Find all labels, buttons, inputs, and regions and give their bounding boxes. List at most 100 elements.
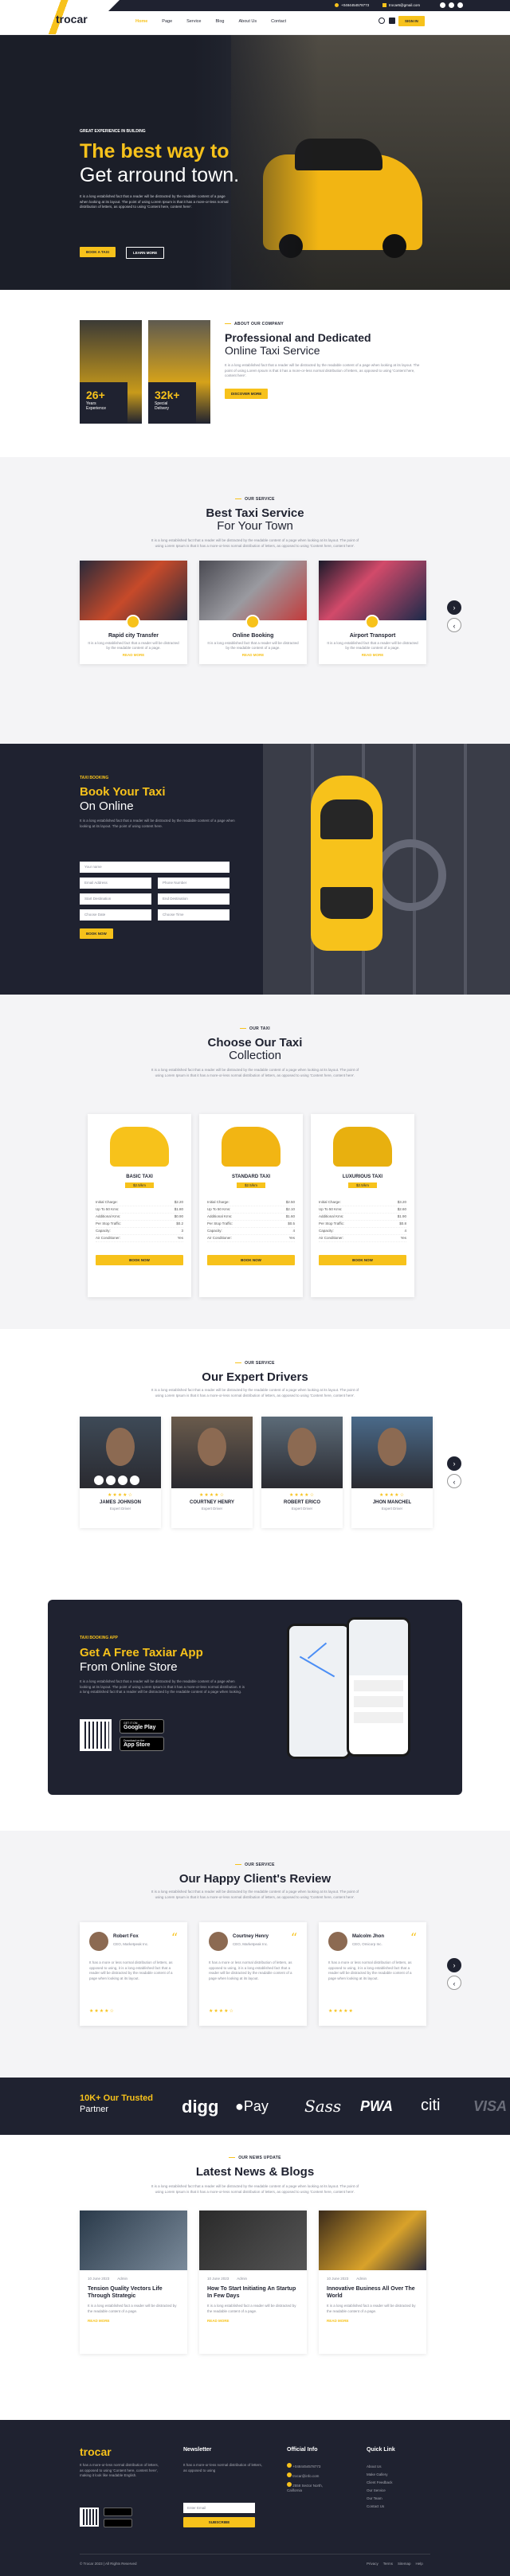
driver-face bbox=[106, 1428, 135, 1466]
cart-icon[interactable] bbox=[389, 18, 395, 24]
news-title[interactable]: Innovative Business All Over The World bbox=[319, 2281, 426, 2300]
footer-logo[interactable]: trocar bbox=[80, 2445, 112, 2458]
news-title[interactable]: How To Start Initiating An Startup In Fe… bbox=[199, 2281, 307, 2300]
facebook-icon[interactable] bbox=[94, 1476, 104, 1485]
footer-link-feedback[interactable]: Client Feedback bbox=[367, 2479, 393, 2487]
news-card[interactable]: 10 June 2023 Admin Innovative Business All… bbox=[319, 2211, 426, 2354]
footer-link-team[interactable]: Our Team bbox=[367, 2495, 393, 2503]
time-field[interactable]: Choose Time bbox=[158, 909, 230, 921]
taxi-image bbox=[333, 1127, 392, 1167]
help-link[interactable]: Help bbox=[416, 2562, 423, 2566]
topbar-email[interactable]: trocar6@gmail.com bbox=[389, 3, 420, 7]
book-taxi-button[interactable]: BOOK A TAXI bbox=[80, 247, 116, 257]
next-arrow-button[interactable]: › bbox=[447, 600, 461, 615]
instagram-icon[interactable] bbox=[457, 2, 463, 8]
email-field[interactable]: Email Address bbox=[80, 878, 151, 889]
taxi-image bbox=[110, 1127, 169, 1167]
spec-value: $1.60 bbox=[285, 1214, 295, 1218]
taxi-card: LUXURIOUS TAXI $2.5/km Initial Charge: $3.2… bbox=[311, 1114, 414, 1297]
spec-row: Initial Charge: $2.20 bbox=[96, 1199, 183, 1206]
footer-link-about[interactable]: About Us bbox=[367, 2463, 393, 2471]
nav-page[interactable]: Page bbox=[162, 19, 172, 24]
footer-link-gallery[interactable]: Make Gallery bbox=[367, 2471, 393, 2479]
spec-row: Additional Kms: $1.60 bbox=[207, 1214, 295, 1221]
nav-contact[interactable]: Contact bbox=[271, 19, 286, 24]
news-card[interactable]: 10 June 2023 Admin Tension Quality Vectors… bbox=[80, 2211, 187, 2354]
twitter-icon[interactable] bbox=[106, 1476, 116, 1485]
partner-logo-pwa: PWA bbox=[360, 2098, 394, 2114]
twitter-icon[interactable] bbox=[449, 2, 454, 8]
topbar-phone[interactable]: +0484454578773 bbox=[341, 3, 369, 7]
search-icon[interactable] bbox=[379, 18, 385, 24]
topbar: +0484454578773 trocar6@gmail.com bbox=[108, 0, 510, 11]
instagram-icon[interactable] bbox=[130, 1476, 139, 1485]
review-card: Malcolm Jhon CEO, Omicorp Inc. “ It has a m… bbox=[319, 1922, 426, 2026]
spec-value: 4 bbox=[292, 1229, 295, 1233]
news-title[interactable]: Tension Quality Vectors Life Through Str… bbox=[80, 2281, 187, 2300]
driver-card[interactable]: ★★★★☆ JAMES JOHNSON Expert Driver bbox=[80, 1417, 161, 1528]
next-arrow-button[interactable]: › bbox=[447, 1456, 461, 1471]
partner-logo-digg: digg bbox=[182, 2097, 219, 2117]
learn-more-button[interactable]: LEARN MORE bbox=[126, 247, 165, 259]
news-read-more[interactable]: READ MORE bbox=[319, 2314, 426, 2323]
news-read-more[interactable]: READ MORE bbox=[80, 2314, 187, 2323]
discover-more-button[interactable]: DISCOVER MORE bbox=[225, 389, 269, 399]
hero-subtitle: Get arround town. bbox=[80, 164, 240, 186]
service-link[interactable]: READ MORE bbox=[319, 653, 426, 657]
news-read-more[interactable]: READ MORE bbox=[199, 2314, 307, 2323]
driver-rating: ★★★★☆ bbox=[289, 1493, 315, 1498]
nav-home[interactable]: Home bbox=[135, 19, 147, 24]
google-play-button[interactable]: GET IT ON Google Play bbox=[120, 1719, 164, 1734]
footer-link-contact[interactable]: Contact Us bbox=[367, 2503, 393, 2511]
end-destination-field[interactable]: End Destination bbox=[158, 893, 230, 905]
newsletter-input[interactable]: Enter Email bbox=[183, 2503, 255, 2513]
taxi-book-button[interactable]: BOOK NOW bbox=[96, 1255, 183, 1265]
driver-card[interactable]: ★★★★☆ COURTNEY HENRY Expert Driver bbox=[171, 1417, 253, 1528]
phone-field[interactable]: Phone Number bbox=[158, 878, 230, 889]
book-now-button[interactable]: BOOK NOW bbox=[80, 928, 113, 939]
prev-arrow-button[interactable]: ‹ bbox=[447, 1474, 461, 1488]
spec-row: Initial Charge: $2.50 bbox=[207, 1199, 295, 1206]
driver-card[interactable]: ★★★★☆ JHON MANCHEL Expert Driver bbox=[351, 1417, 433, 1528]
nav-about[interactable]: About Us bbox=[239, 19, 257, 24]
service-link[interactable]: READ MORE bbox=[80, 653, 187, 657]
service-card[interactable]: Rapid city Transfer It is a long establi… bbox=[80, 561, 187, 664]
linkedin-icon[interactable] bbox=[118, 1476, 128, 1485]
date-field[interactable]: Choose Date bbox=[80, 909, 151, 921]
service-card[interactable]: Online Booking It is a long established … bbox=[199, 561, 307, 664]
nav-service[interactable]: Service bbox=[186, 19, 201, 24]
sitemap-link[interactable]: Sitemap bbox=[398, 2562, 411, 2566]
taxi-book-button[interactable]: BOOK NOW bbox=[207, 1255, 295, 1265]
nav-blog[interactable]: Blog bbox=[215, 19, 224, 24]
taxi-book-button[interactable]: BOOK NOW bbox=[319, 1255, 406, 1265]
footer-app-store[interactable] bbox=[104, 2519, 132, 2527]
facebook-icon[interactable] bbox=[440, 2, 445, 8]
taxi-specs: Initial Charge: $2.50 Up To 50 Kms: $2.10 Ad… bbox=[207, 1199, 295, 1242]
app-store-button[interactable]: Download on the App Store bbox=[120, 1737, 164, 1751]
fleet-subtitle: Collection bbox=[229, 1049, 281, 1062]
spec-value: $2.60 bbox=[397, 1207, 406, 1211]
logo[interactable]: trocar bbox=[46, 0, 88, 34]
footer-google-play[interactable] bbox=[104, 2508, 132, 2516]
sign-in-button[interactable]: SIGN IN bbox=[398, 16, 425, 26]
name-field[interactable]: Your name bbox=[80, 862, 230, 873]
fleet-kicker: OUR TAXI bbox=[0, 1026, 510, 1031]
prev-arrow-button[interactable]: ‹ bbox=[447, 1976, 461, 1990]
news-card[interactable]: 10 June 2023 Admin How To Start Initiating… bbox=[199, 2211, 307, 2354]
next-arrow-button[interactable]: › bbox=[447, 1958, 461, 1972]
privacy-link[interactable]: Privacy bbox=[367, 2562, 379, 2566]
terms-link[interactable]: Terms bbox=[383, 2562, 393, 2566]
spec-value: Yes bbox=[288, 1236, 295, 1240]
driver-card[interactable]: ★★★★☆ ROBERT ERICO Expert Driver bbox=[261, 1417, 343, 1528]
service-link[interactable]: READ MORE bbox=[199, 653, 307, 657]
spec-value: Yes bbox=[400, 1236, 406, 1240]
service-icon bbox=[365, 615, 379, 629]
info-title: Official Info bbox=[287, 2447, 318, 2453]
subscribe-button[interactable]: SUBSCRIBE bbox=[183, 2517, 255, 2527]
prev-arrow-button[interactable]: ‹ bbox=[447, 618, 461, 632]
service-image bbox=[80, 561, 187, 620]
driver-face bbox=[198, 1428, 226, 1466]
footer-link-service[interactable]: Our Service bbox=[367, 2487, 393, 2495]
service-card[interactable]: Airport Transport It is a long establish… bbox=[319, 561, 426, 664]
start-destination-field[interactable]: Start Destination bbox=[80, 893, 151, 905]
